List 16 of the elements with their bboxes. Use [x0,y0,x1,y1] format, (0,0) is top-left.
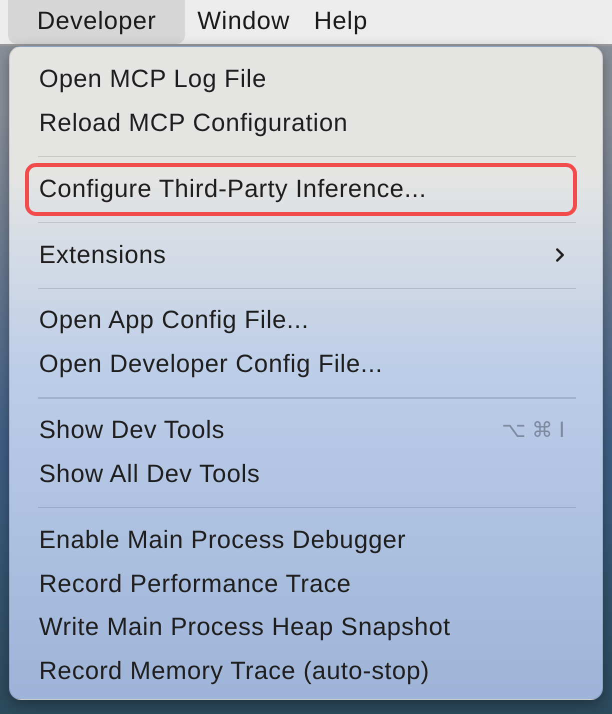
menu-item[interactable]: Open MCP Log File [25,58,577,102]
menu-item[interactable]: Write Main Process Heap Snapshot [25,606,577,650]
menu-item[interactable]: Record Performance Trace [25,562,577,606]
menu-item[interactable]: Show Dev Tools ⌥⌘I [25,408,577,453]
menu-item[interactable]: Open App Config File... [25,299,577,344]
menu-item[interactable]: Open Developer Config File... [25,343,577,387]
menu-bar-item[interactable]: Help [302,0,380,44]
keyboard-shortcut: ⌥⌘I [502,417,571,444]
menu-item[interactable]: Show All Dev Tools [25,452,577,497]
menu-item[interactable]: Reload MCP Configuration [25,102,577,146]
menu-bar-item[interactable]: Window [185,0,302,44]
menu-bar-item[interactable]: Developer [8,0,186,44]
menu-item[interactable]: Configure Third-Party Inference... [25,162,577,216]
menu-item[interactable]: Extensions [25,233,577,278]
menu-item[interactable]: Enable Main Process Debugger [25,518,577,562]
menu-item[interactable]: Record Memory Trace (auto-stop) [25,650,577,694]
